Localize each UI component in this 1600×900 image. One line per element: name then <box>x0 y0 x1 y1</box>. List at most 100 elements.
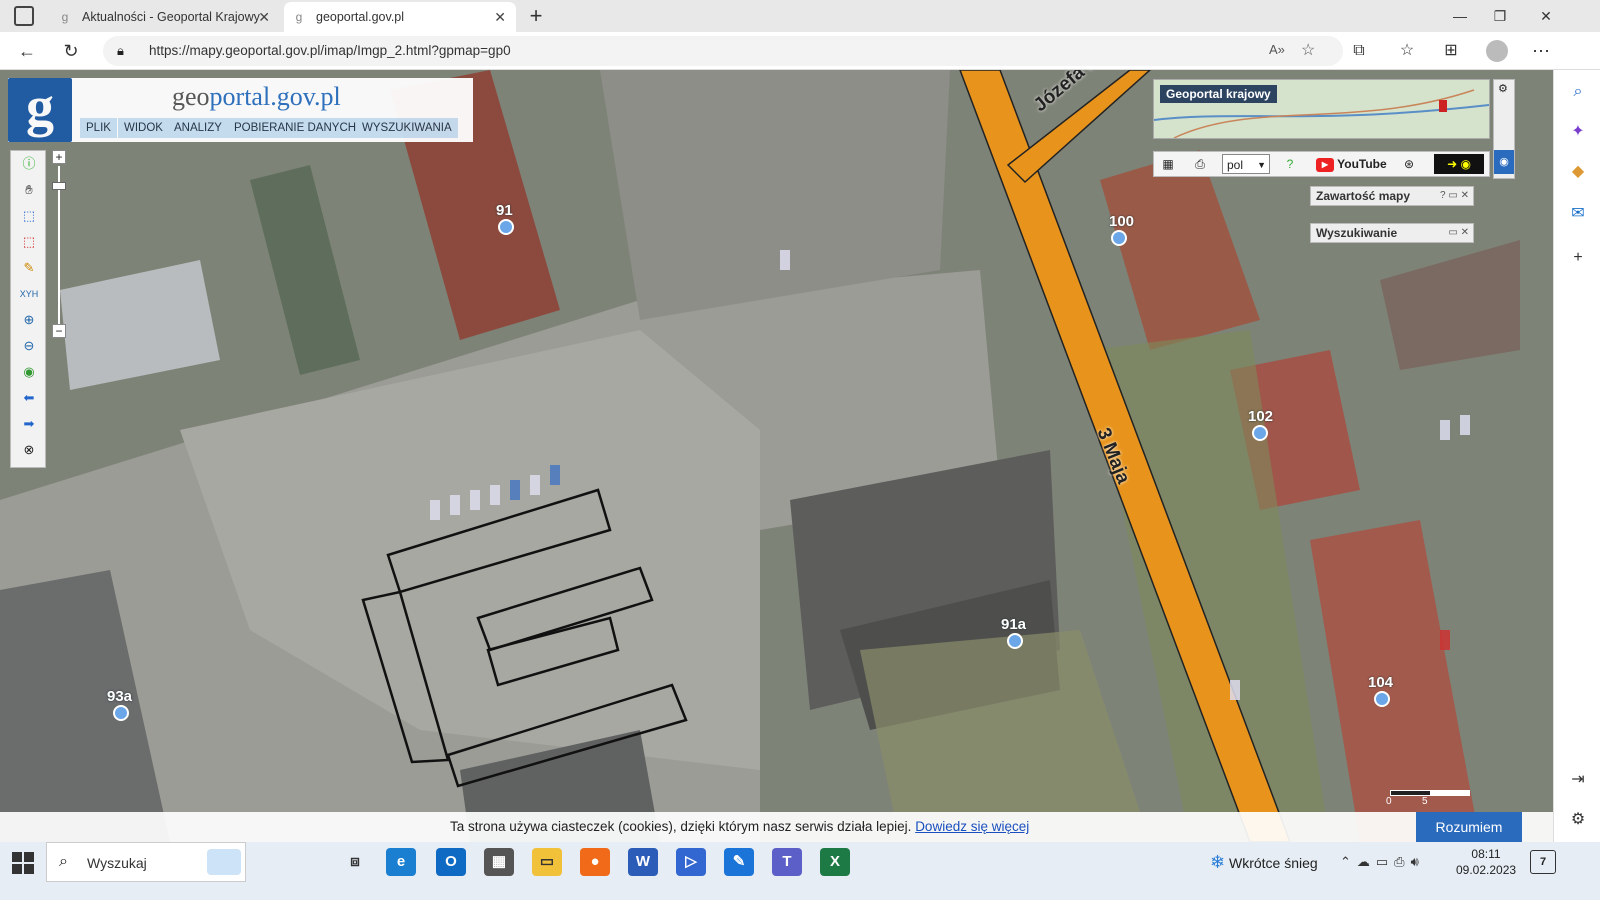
whiteboard-icon[interactable]: ✎ <box>724 848 754 876</box>
search-panel[interactable]: Wyszukiwanie ▭ ✕ <box>1310 223 1474 243</box>
cookie-text-wrap: Ta strona używa ciasteczek (cookies), dz… <box>450 812 1029 842</box>
address-label: 91a <box>1001 616 1027 633</box>
more-menu-icon[interactable]: ⋯ <box>1526 36 1556 66</box>
calculator-icon[interactable]: ▦ <box>1160 154 1176 174</box>
eye-icon[interactable]: ◉ <box>1494 150 1514 174</box>
address-label: 104 <box>1368 674 1394 691</box>
geoportal-logo[interactable]: g <box>8 78 72 142</box>
minimize-button[interactable]: — <box>1440 0 1480 32</box>
youtube-link[interactable]: ▶ YouTube <box>1316 154 1388 174</box>
word-icon[interactable]: W <box>628 848 658 876</box>
excel-icon[interactable]: X <box>820 848 850 876</box>
add-icon[interactable]: + <box>1566 246 1590 270</box>
tray-icons[interactable]: ⌃☁▭⎙🔊︎ <box>1340 842 1425 882</box>
menu-wyszukiwania[interactable]: WYSZUKIWANIA <box>356 118 458 138</box>
tab-aktualnosci[interactable]: ɡ Aktualności - Geoportal Krajowy ✕ <box>50 2 280 32</box>
tab-actions-icon[interactable] <box>14 6 34 26</box>
zoom-minus-button[interactable]: − <box>52 324 66 338</box>
clock-time: 08:11 <box>1471 847 1501 861</box>
favorites-icon[interactable]: ☆ <box>1392 36 1422 66</box>
globe-icon[interactable]: ◉ <box>18 361 40 383</box>
accessibility-icon[interactable]: ⊛ <box>1400 154 1418 174</box>
select-red-icon[interactable]: ⬚ <box>18 231 40 253</box>
new-tab-button[interactable]: + <box>522 2 550 30</box>
windows-start-icon[interactable] <box>10 850 36 876</box>
browser-sidebar: ⌕ ✦ ◆ ✉ + ⇥ ⚙︎ <box>1553 70 1600 842</box>
back-arrow-icon[interactable]: ⬅ <box>18 387 40 409</box>
gear-icon[interactable]: ⚙︎ <box>1498 82 1508 95</box>
outlook-icon[interactable]: ✉ <box>1566 202 1590 226</box>
address-marker[interactable]: 102 <box>1248 408 1273 441</box>
settings-icon[interactable]: ⚙︎ <box>1566 808 1590 832</box>
copilot-icon[interactable]: ✦ <box>1566 120 1590 144</box>
xyh-icon[interactable]: XYH <box>18 283 40 305</box>
forward-arrow-icon[interactable]: ➡ <box>18 413 40 435</box>
url-field[interactable]: 🔒︎ https://mapy.geoportal.gov.pl/imap/Im… <box>103 36 1343 66</box>
clock[interactable]: 08:11 09.02.2023 <box>1456 846 1516 878</box>
notifications-icon[interactable]: 7 <box>1530 850 1556 874</box>
clear-icon[interactable]: ⊗ <box>18 439 40 461</box>
address-marker[interactable]: 93a <box>107 688 132 721</box>
address-marker[interactable]: 91a <box>1001 616 1026 649</box>
address-marker[interactable]: 104 <box>1368 674 1393 707</box>
tab-geoportal[interactable]: ɡ geoportal.gov.pl ✕ <box>284 2 516 32</box>
weather-widget[interactable]: ❄ Wkrótce śnieg <box>1210 842 1318 883</box>
youtube-label: YouTube <box>1337 157 1387 171</box>
sidebar-toggle-icon[interactable]: ⇥ <box>1566 768 1590 792</box>
zoom-plus-button[interactable]: + <box>52 150 66 164</box>
cookie-more-link[interactable]: Dowiedz się więcej <box>915 819 1029 834</box>
read-aloud-icon[interactable]: A» <box>1269 42 1285 57</box>
language-select[interactable]: pol ▼ <box>1222 154 1270 174</box>
panel-controls-icon[interactable]: ? ▭ ✕ <box>1440 187 1469 205</box>
maximize-button[interactable]: ❐ <box>1480 0 1520 32</box>
scale-bar <box>1390 790 1470 796</box>
help-icon[interactable]: ? <box>1282 154 1298 174</box>
favorite-add-icon[interactable]: ☆ <box>1301 40 1315 60</box>
menu-analizy[interactable]: ANALIZY <box>168 118 228 138</box>
menu-pobieranie-danych[interactable]: POBIERANIE DANYCH <box>228 118 363 138</box>
outlook-icon[interactable]: O <box>436 848 466 876</box>
close-tab-icon[interactable]: ✕ <box>494 9 506 26</box>
office-icon[interactable]: ◆ <box>1566 160 1590 184</box>
close-window-button[interactable]: ✕ <box>1526 0 1566 32</box>
print-icon[interactable]: ⎙ <box>1192 154 1208 174</box>
overview-map[interactable]: Geoportal krajowy <box>1153 79 1490 139</box>
firefox-icon[interactable]: ● <box>580 848 610 876</box>
marker-dot <box>1374 691 1390 707</box>
info-icon[interactable]: ⓘ <box>18 153 40 175</box>
panel-controls-icon[interactable]: ▭ ✕ <box>1448 224 1469 242</box>
extensions-icon[interactable]: ⧉ <box>1344 36 1374 66</box>
zoom-handle[interactable] <box>52 182 66 190</box>
collections-icon[interactable]: ⊞ <box>1436 36 1466 66</box>
refresh-icon[interactable]: ↻ <box>56 36 86 66</box>
scale-label: 0 <box>1386 796 1392 807</box>
back-icon[interactable]: ← <box>12 36 42 66</box>
pan-hand-icon[interactable]: ✋︎ <box>18 179 40 201</box>
task-view-icon[interactable]: ⧈ <box>340 848 370 876</box>
calculator-app-icon[interactable]: ▦ <box>484 848 514 876</box>
select-area-icon[interactable]: ⬚ <box>18 205 40 227</box>
power-automate-icon[interactable]: ▷ <box>676 848 706 876</box>
zoom-out-icon[interactable]: ⊖ <box>18 335 40 357</box>
search-icon: ⌕ <box>59 853 68 870</box>
address-marker[interactable]: 91 <box>496 202 514 235</box>
edge-icon[interactable]: e <box>386 848 416 876</box>
taskbar-search[interactable]: ⌕ Wyszukaj <box>46 842 246 882</box>
menu-plik[interactable]: PLIK <box>80 118 117 138</box>
high-contrast-button[interactable]: ➜ ◉ <box>1434 154 1484 174</box>
zoom-track[interactable] <box>58 166 60 326</box>
teams-icon[interactable]: T <box>772 848 802 876</box>
zoom-slider[interactable]: + − <box>52 150 66 340</box>
address-marker[interactable]: 100 <box>1109 213 1135 246</box>
zoom-in-icon[interactable]: ⊕ <box>18 309 40 331</box>
file-explorer-icon[interactable]: ▭ <box>532 848 562 876</box>
address-bar: ← ↻ 🔒︎ https://mapy.geoportal.gov.pl/ima… <box>0 32 1600 70</box>
search-icon[interactable]: ⌕ <box>1566 80 1590 104</box>
pencil-icon[interactable]: ✎ <box>18 257 40 279</box>
menu-widok[interactable]: WIDOK <box>118 118 169 138</box>
cookie-accept-button[interactable]: Rozumiem <box>1416 812 1522 842</box>
address-label: 100 <box>1109 213 1135 230</box>
close-tab-icon[interactable]: ✕ <box>258 9 270 26</box>
profile-avatar[interactable] <box>1486 40 1508 62</box>
map-content-panel[interactable]: Zawartość mapy ? ▭ ✕ <box>1310 186 1474 206</box>
